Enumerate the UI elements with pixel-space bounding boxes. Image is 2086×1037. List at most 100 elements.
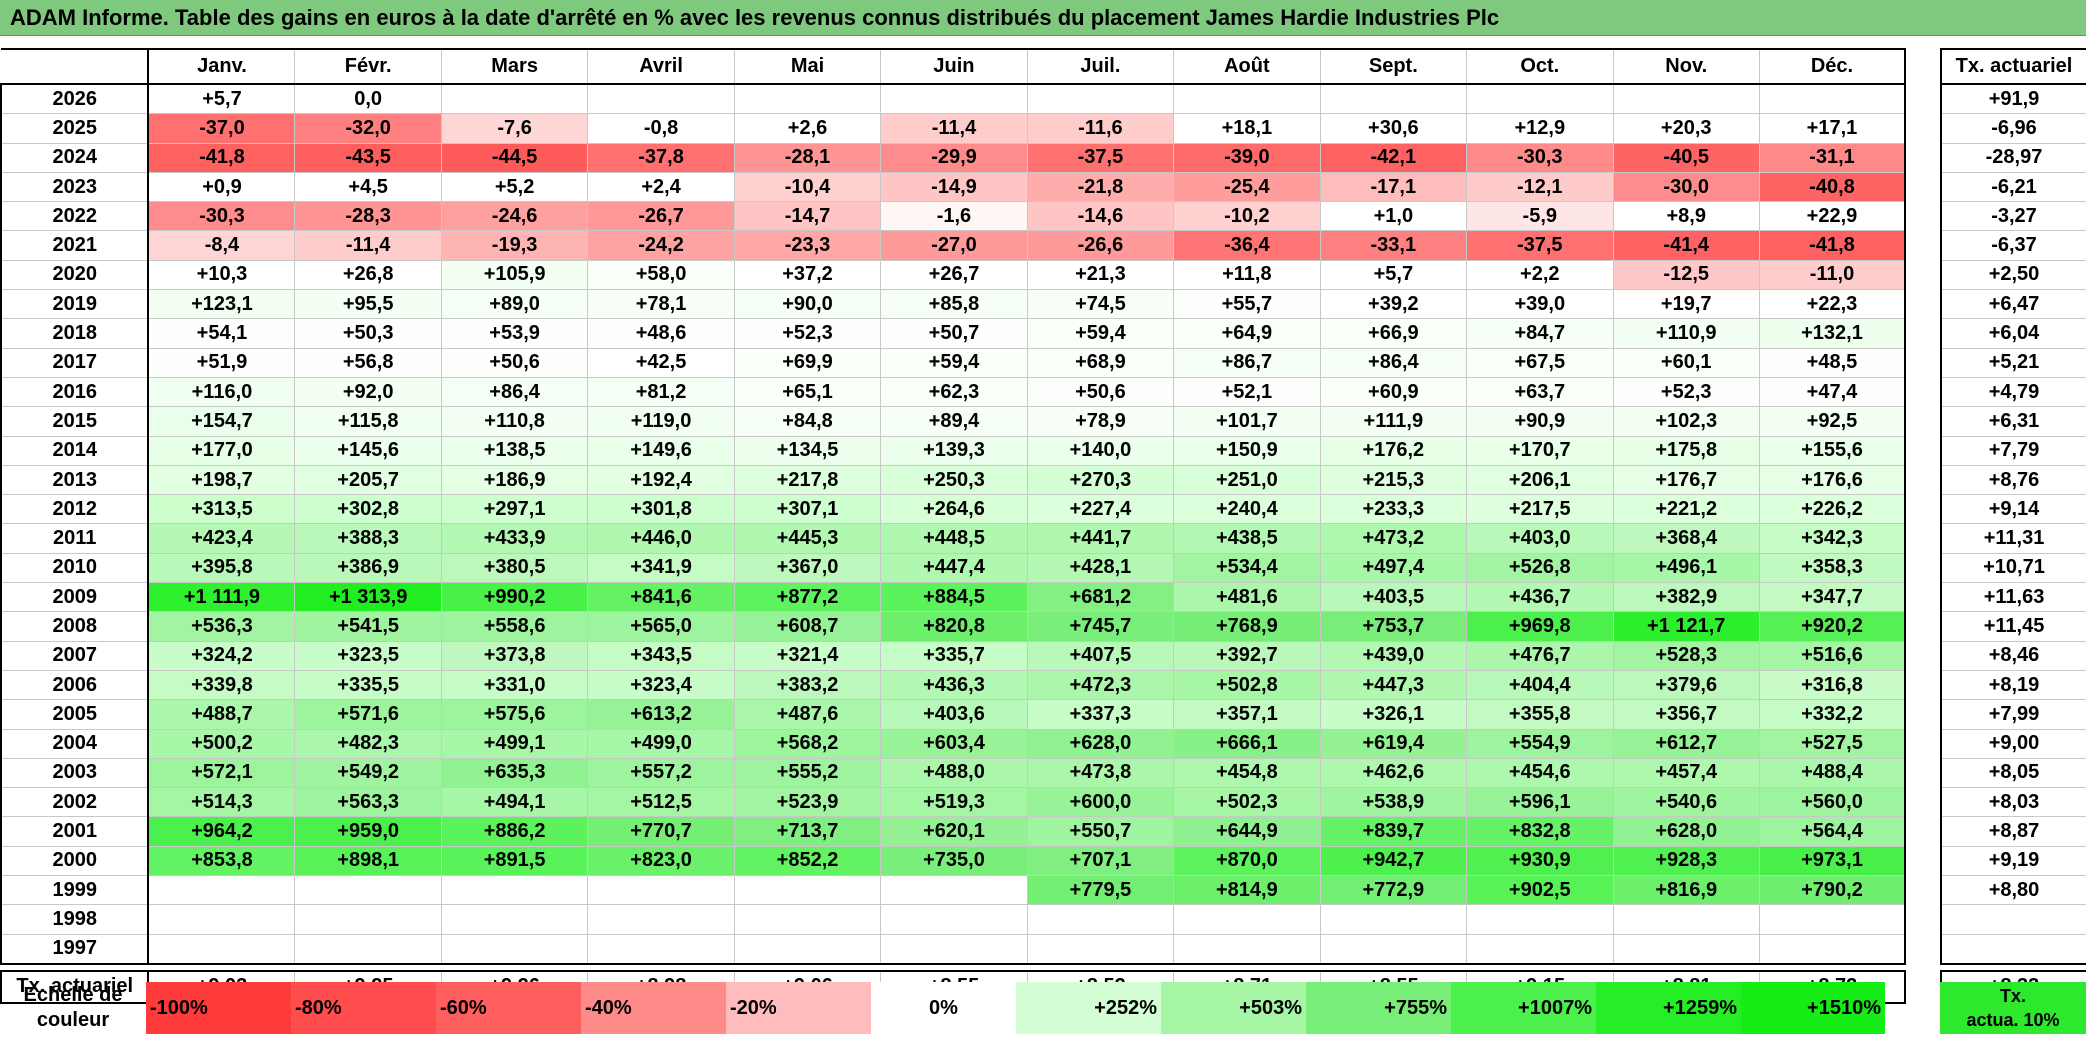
gain-cell: +12,9: [1466, 113, 1614, 144]
gain-cell: [440, 904, 589, 935]
gain-cell: +78,9: [1026, 406, 1175, 437]
year-label: 2014: [0, 435, 150, 466]
gain-cell: +92,5: [1758, 406, 1906, 437]
gain-cell: +227,4: [1026, 494, 1175, 525]
gain-cell: +74,5: [1026, 289, 1175, 320]
gain-cell: +0,9: [147, 171, 296, 203]
gain-cell: [587, 875, 735, 906]
gain-cell: -11,0: [1758, 259, 1906, 291]
gain-cell: +959,0: [294, 816, 442, 847]
gain-cell: +62,3: [880, 376, 1028, 408]
table-row: 2003 +572,1 +549,2 +635,3 +557,2 +555,2 +488,0…: [0, 757, 1906, 789]
table-row: 1998: [0, 904, 1906, 935]
year-label: 2012: [0, 494, 150, 525]
gain-cell: -14,9: [880, 171, 1028, 203]
gain-cell: +217,8: [733, 464, 882, 496]
gain-cell: +488,0: [880, 757, 1028, 789]
gain-cell: [147, 904, 296, 935]
gain-cell: +30,6: [1319, 113, 1468, 144]
gain-cell: +19,7: [1612, 289, 1760, 320]
table-row: 2005 +488,7 +571,6 +575,6 +613,2 +487,6 +403,6…: [0, 699, 1906, 730]
gain-cell: +707,1: [1026, 845, 1175, 877]
gain-cell: +66,9: [1319, 318, 1468, 349]
gain-cell: -0,8: [587, 113, 735, 144]
gain-cell: +386,9: [294, 552, 442, 584]
gain-cell: [880, 933, 1028, 965]
gain-cell: [1758, 904, 1906, 935]
side-row: +8,03: [1940, 787, 2086, 818]
gain-cell: +316,8: [1758, 669, 1906, 701]
gain-cell: +52,3: [733, 318, 882, 349]
gain-cell: +134,5: [733, 435, 882, 466]
side-row: -6,21: [1940, 171, 2086, 203]
year-label: 2024: [0, 142, 150, 173]
actuarial-swatch-line1: Tx.: [1999, 986, 2026, 1006]
gain-cell: +150,9: [1173, 435, 1321, 466]
color-scale-swatch: -20%: [726, 982, 871, 1034]
gain-cell: +65,1: [733, 376, 882, 408]
gain-cell: +176,2: [1319, 435, 1468, 466]
gain-cell: +438,5: [1173, 523, 1321, 554]
actuarial-rate-cell: +6,31: [1940, 406, 2086, 437]
color-scale-swatch: -60%: [436, 982, 581, 1034]
gain-cell: +50,6: [1026, 376, 1175, 408]
gain-cell: +240,4: [1173, 494, 1321, 525]
gain-cell: +853,8: [147, 845, 296, 877]
year-label: 2004: [0, 728, 150, 759]
gain-cell: +549,2: [294, 757, 442, 789]
month-header: Janv.: [147, 48, 296, 85]
gain-cell: +445,3: [733, 523, 882, 554]
gain-cell: +770,7: [587, 816, 735, 847]
gain-cell: +439,0: [1319, 640, 1468, 671]
month-header: Juil.: [1026, 48, 1175, 85]
gain-cell: +226,2: [1758, 494, 1906, 525]
gain-cell: +63,7: [1466, 376, 1614, 408]
color-scale-label-line2: couleur: [36, 1009, 110, 1031]
gain-cell: -37,0: [147, 113, 296, 144]
gain-cell: +101,7: [1173, 406, 1321, 437]
gain-cell: +820,8: [880, 611, 1028, 642]
gain-cell: +355,8: [1466, 699, 1614, 730]
actuarial-rate-cell: +10,71: [1940, 552, 2086, 584]
actuarial-rate-cell: -6,37: [1940, 230, 2086, 261]
gain-cell: +175,8: [1612, 435, 1760, 466]
spacer-cell: [1466, 963, 1613, 971]
year-label: 2015: [0, 406, 150, 437]
gain-cell: [1026, 933, 1175, 965]
gain-cell: [1612, 83, 1760, 115]
gain-cell: +297,1: [440, 494, 589, 525]
gain-cell: +21,3: [1026, 259, 1175, 291]
gain-cell: +2,6: [733, 113, 882, 144]
gain-cell: +476,7: [1466, 640, 1614, 671]
gain-cell: +69,9: [733, 347, 882, 378]
gain-cell: +395,8: [147, 552, 296, 584]
gain-cell: +735,0: [880, 845, 1028, 877]
gain-cell: +54,1: [147, 318, 296, 349]
year-label: 2006: [0, 669, 150, 701]
gain-cell: +81,2: [587, 376, 735, 408]
actuarial-rate-column: Tx. actuariel +91,9 -6,96 -28,97 -6,21 -3,27-…: [1940, 48, 2086, 1004]
gain-cell: +745,7: [1026, 611, 1175, 642]
gain-cell: +42,5: [587, 347, 735, 378]
gain-cell: +772,9: [1319, 875, 1468, 906]
gain-cell: -32,0: [294, 113, 442, 144]
gain-cell: +628,0: [1612, 816, 1760, 847]
gain-cell: [1319, 904, 1468, 935]
gain-cell: +138,5: [440, 435, 589, 466]
table-row: 2017 +51,9 +56,8 +50,6 +42,5 +69,9 +59,4 +68,9 +…: [0, 347, 1906, 378]
side-row: +8,80: [1940, 875, 2086, 906]
gain-cell: -14,6: [1026, 201, 1175, 232]
gain-cell: +39,2: [1319, 289, 1468, 320]
gain-cell: -27,0: [880, 230, 1028, 261]
table-row: 2015 +154,7 +115,8 +110,8 +119,0 +84,8 +89,4 +7…: [0, 406, 1906, 437]
gain-cell: +11,8: [1173, 259, 1321, 291]
table-row: 2018 +54,1 +50,3 +53,9 +48,6 +52,3 +50,7 +59,4 +…: [0, 318, 1906, 349]
actuarial-rate-cell: [1940, 904, 2086, 935]
gain-cell: +823,0: [587, 845, 735, 877]
gain-cell: +816,9: [1612, 875, 1760, 906]
actuarial-rate-cell: +4,79: [1940, 376, 2086, 408]
gain-cell: -37,5: [1466, 230, 1614, 261]
gain-cell: +541,5: [294, 611, 442, 642]
actuarial-rate-cell: +9,19: [1940, 845, 2086, 877]
gain-cell: -19,3: [440, 230, 589, 261]
